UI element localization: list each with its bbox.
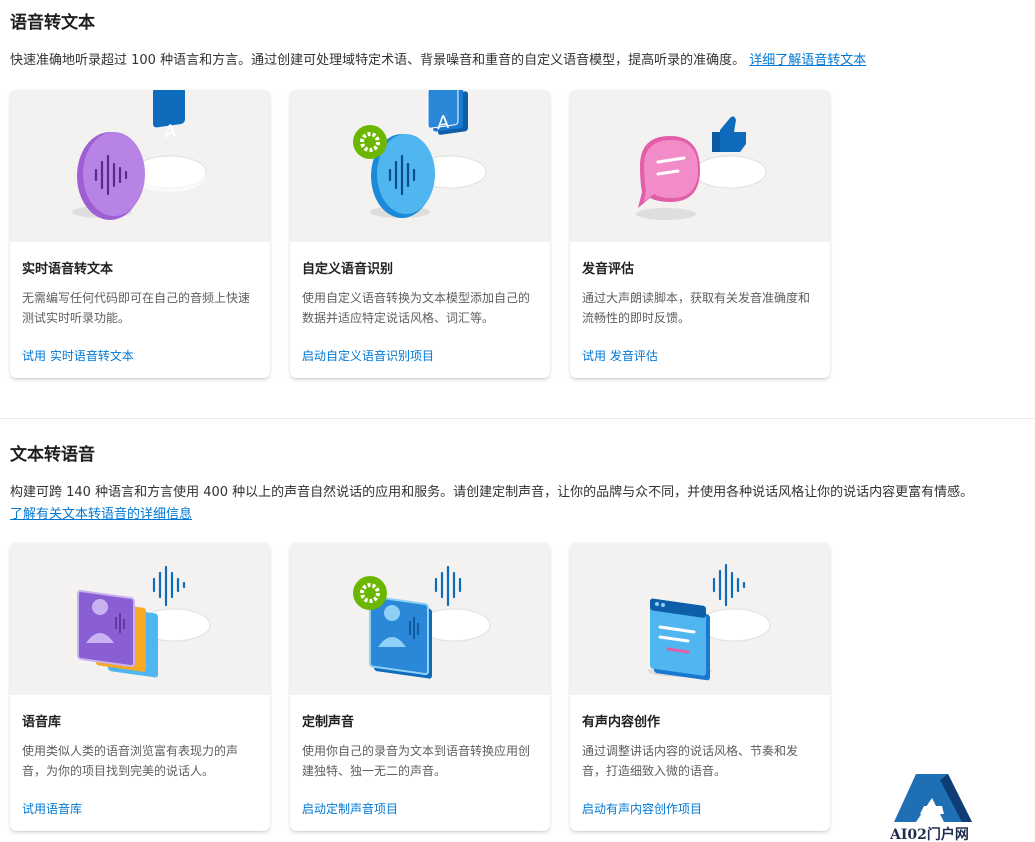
speech-to-text-learn-more-link[interactable]: 详细了解语音转文本: [749, 53, 866, 68]
card-illustration: [10, 543, 270, 695]
text-to-speech-heading: 文本转语音: [10, 445, 95, 465]
card-title: 语音库: [22, 715, 62, 730]
card-action-link[interactable]: 启动定制声音项目: [302, 800, 398, 817]
audio-content-window-icon: [648, 563, 771, 681]
card-illustration: [290, 543, 550, 695]
svg-text:A: A: [437, 112, 450, 135]
svg-text:A: A: [164, 121, 177, 144]
card-custom-speech[interactable]: A 自定义语音识别 使用自定义语音转换为文本模型添加自己的数据并适应特定说话风格…: [290, 90, 550, 378]
gear-waveform-stacked-a-icon: A: [353, 90, 487, 218]
speech-to-text-heading: 语音转文本: [10, 13, 95, 33]
text-to-speech-description: 构建可跨 140 种语言和方言使用 400 种以上的声音自然说话的应用和服务。请…: [10, 485, 974, 522]
card-action-link[interactable]: 启动自定义语音识别项目: [302, 347, 434, 364]
card-pronunciation-assessment[interactable]: 发音评估 通过大声朗读脚本，获取有关发音准确度和流畅性的即时反馈。 试用 发音评…: [570, 90, 830, 378]
card-description: 使用你自己的录音为文本到语音转换应用创建独特、独一无二的声音。: [302, 744, 531, 778]
card-action-link[interactable]: 启动有声内容创作项目: [582, 800, 702, 817]
card-audio-content-creation[interactable]: 有声内容创作 通过调整讲话内容的说话风格、节奏和发音，打造细致入微的语音。 启动…: [570, 543, 830, 831]
card-voice-gallery[interactable]: 语音库 使用类似人类的语音浏览富有表现力的声音，为你的项目找到完美的说话人。 试…: [10, 543, 270, 831]
card-action-link[interactable]: 试用 发音评估: [582, 347, 658, 364]
purple-waveform-to-letter-a-icon: A: [72, 90, 207, 220]
card-description: 无需编写任何代码即可在自己的音频上快速测试实时听录功能。: [22, 291, 251, 325]
card-illustration: [570, 543, 830, 695]
card-illustration: A: [290, 90, 550, 242]
card-action-link[interactable]: 试用语音库: [22, 800, 82, 817]
card-description: 使用自定义语音转换为文本模型添加自己的数据并适应特定说话风格、词汇等。: [302, 291, 531, 325]
card-realtime-speech-to-text[interactable]: A 实时语音转文本 无需编写任何代码即可在自己的音频上快速测试实时听录功能。 试…: [10, 90, 270, 378]
gear-voice-profile-icon: [353, 565, 491, 679]
card-title: 定制声音: [302, 715, 355, 730]
card-title: 自定义语音识别: [302, 262, 394, 277]
voice-profile-cards-icon: [77, 565, 211, 678]
card-description: 通过调整讲话内容的说话风格、节奏和发音，打造细致入微的语音。: [582, 744, 799, 778]
card-action-link[interactable]: 试用 实时语音转文本: [22, 347, 134, 364]
text-to-speech-learn-more-link[interactable]: 了解有关文本转语音的详细信息: [10, 507, 192, 522]
text-to-speech-cards: 语音库 使用类似人类的语音浏览富有表现力的声音，为你的项目找到完美的说话人。 试…: [10, 543, 830, 831]
card-illustration: [570, 90, 830, 242]
speech-to-text-description: 快速准确地听录超过 100 种语言和方言。通过创建可处理域特定术语、背景噪音和重…: [10, 53, 867, 68]
section-divider: [0, 418, 1035, 419]
speech-to-text-cards: A 实时语音转文本 无需编写任何代码即可在自己的音频上快速测试实时听录功能。 试…: [10, 90, 830, 378]
card-description: 使用类似人类的语音浏览富有表现力的声音，为你的项目找到完美的说话人。: [22, 744, 239, 778]
card-title: 有声内容创作: [582, 715, 661, 730]
card-description: 通过大声朗读脚本，获取有关发音准确度和流畅性的即时反馈。: [582, 291, 811, 325]
watermark-text: AI02门户网: [890, 827, 969, 842]
card-title: 发音评估: [582, 262, 635, 277]
pink-chat-bubble-thumbs-up-icon: [636, 116, 767, 220]
card-custom-neural-voice[interactable]: 定制声音 使用你自己的录音为文本到语音转换应用创建独特、独一无二的声音。 启动定…: [290, 543, 550, 831]
card-title: 实时语音转文本: [22, 262, 114, 277]
card-illustration: A: [10, 90, 270, 242]
